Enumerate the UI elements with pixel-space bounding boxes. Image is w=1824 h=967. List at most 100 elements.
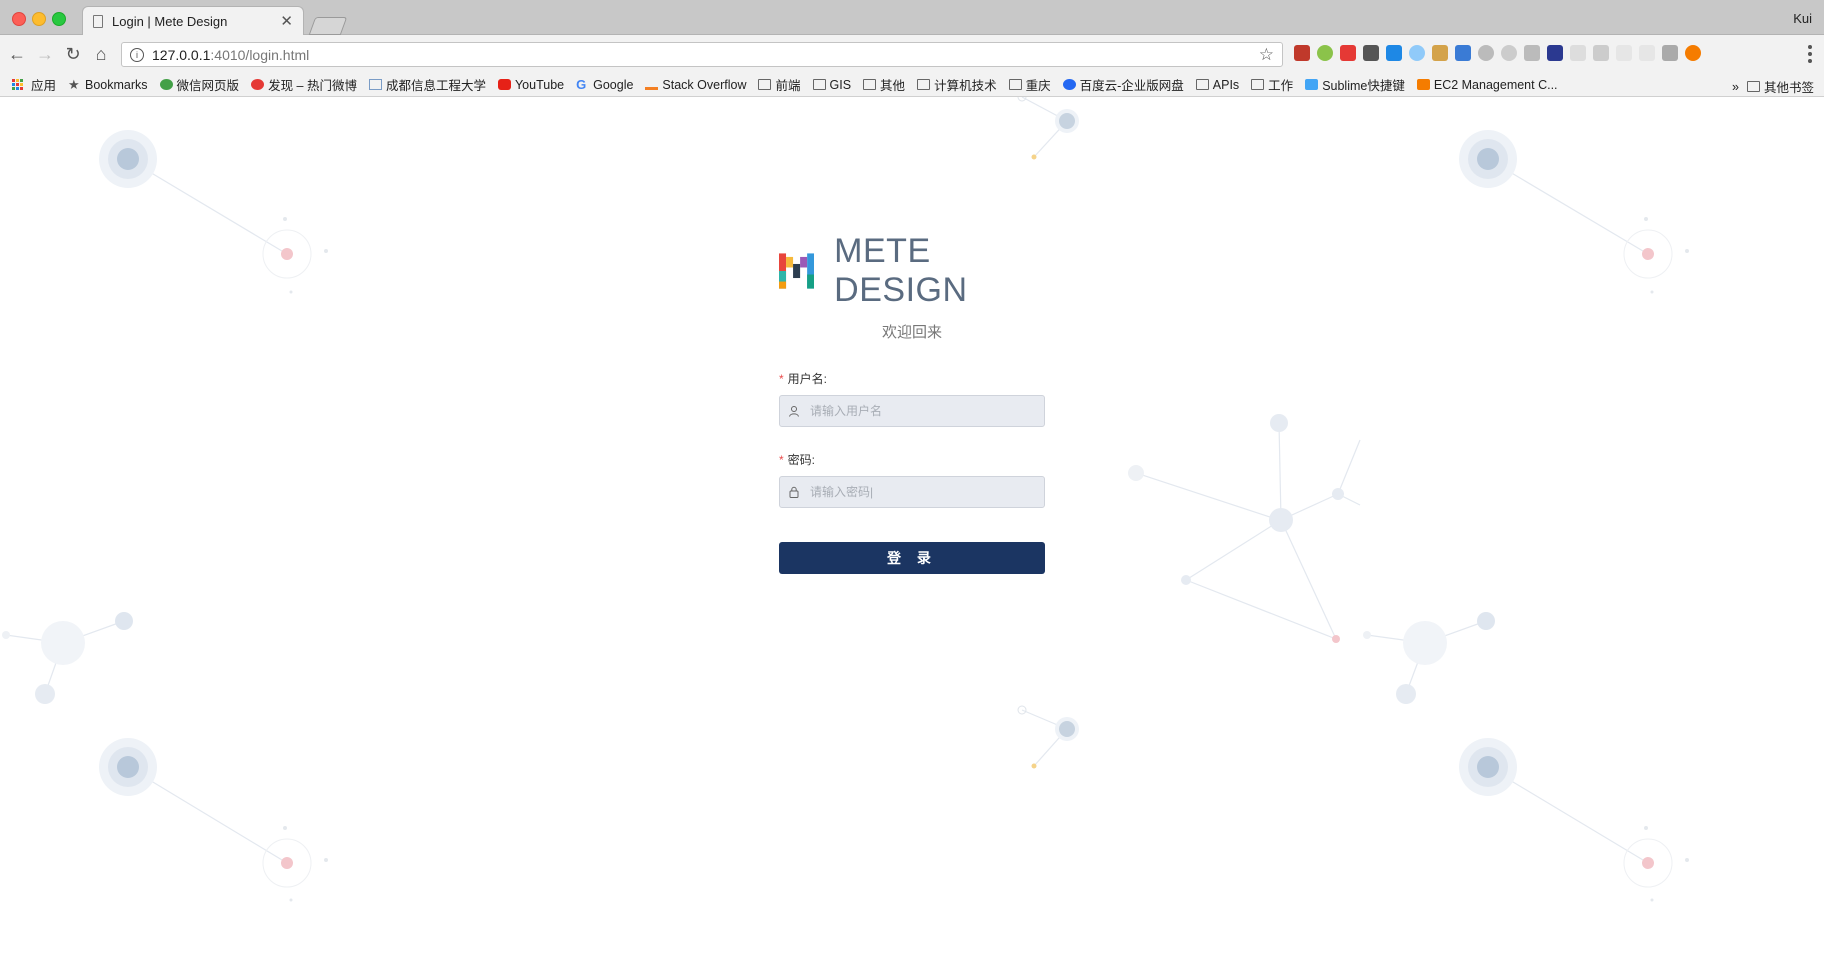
extension-icon[interactable] [1639,45,1655,61]
bookmark-label: 其他书签 [1763,81,1814,95]
required-mark: * [779,372,784,386]
password-label-text: 密码: [787,453,816,467]
extension-icon[interactable] [1317,45,1333,61]
folder-icon [917,79,931,90]
bookmark-cuit[interactable]: 成都信息工程大学 [368,75,486,94]
bookmark-folder-apis[interactable]: APIs [1195,78,1239,92]
extension-icon[interactable] [1524,45,1540,61]
extension-icon[interactable] [1363,45,1379,61]
required-mark: * [779,453,784,467]
folder-icon [1251,79,1265,90]
new-tab-button[interactable] [308,17,348,35]
bookmark-label: 前端 [775,79,801,93]
bookmark-label: 工作 [1268,79,1294,93]
welcome-text: 欢迎回来 [881,324,942,341]
mete-logo-icon [779,253,815,289]
extension-icon[interactable] [1570,45,1586,61]
bookmark-stackoverflow[interactable]: Stack Overflow [645,78,746,92]
info-icon[interactable]: i [130,47,144,62]
url-host: 127.0.0.1 [152,46,211,63]
bookmark-apps[interactable]: 应用 [12,75,56,94]
profile-name[interactable]: Kui [1793,11,1812,26]
username-input[interactable] [808,403,1042,419]
bookmark-label: 百度云-企业版网盘 [1079,79,1184,93]
bookmark-folder-chongqing[interactable]: 重庆 [1008,75,1051,94]
back-icon[interactable]: ← [6,43,28,65]
bookmark-label: Bookmarks [85,77,148,92]
bookmark-weibo[interactable]: 发现 – 热门微博 [251,75,357,94]
folder-icon [1746,81,1760,92]
extension-icon[interactable] [1547,45,1563,61]
aws-icon [1416,79,1430,90]
sublime-icon [1305,79,1319,90]
extension-icon[interactable] [1593,45,1609,61]
bookmark-folder-frontend[interactable]: 前端 [758,75,801,94]
extension-icon[interactable] [1616,45,1632,61]
bookmark-sublime[interactable]: Sublime快捷键 [1305,75,1405,94]
bookmark-label: Sublime快捷键 [1322,79,1405,93]
forward-icon[interactable]: → [34,43,56,65]
bookmark-label: 其他 [880,79,906,93]
extension-icon[interactable] [1478,45,1494,61]
wechat-icon [159,79,173,90]
url-path: :4010/login.html [210,46,310,63]
bookmark-star-icon[interactable]: ☆ [1259,45,1274,65]
extension-icon[interactable] [1501,45,1517,61]
brand-header: METE DESIGN [779,232,1045,309]
bookmark-wechat[interactable]: 微信网页版 [159,75,240,94]
bookmark-label: Google [593,77,634,92]
username-field[interactable] [779,395,1045,427]
bookmark-label: EC2 Management C... [1433,77,1558,92]
browser-titlebar: Login | Mete Design ✕ Kui [0,0,1824,35]
login-button[interactable]: 登 录 [779,542,1045,574]
folder-icon [863,79,877,90]
extension-icon[interactable] [1294,45,1310,61]
extension-icon[interactable] [1432,45,1448,61]
bookmark-folder-gis[interactable]: GIS [812,77,852,92]
bookmark-bookmarks[interactable]: ★ Bookmarks [68,78,148,92]
extension-icon[interactable] [1409,45,1425,61]
page-icon [368,79,382,90]
youtube-icon [497,79,511,90]
bookmark-ec2[interactable]: EC2 Management C... [1416,77,1558,92]
bookmark-label: 微信网页版 [176,79,240,93]
baidu-cloud-icon [1062,79,1076,90]
extension-icon[interactable] [1685,45,1701,61]
bookmark-folder-cs[interactable]: 计算机技术 [917,75,997,94]
bookmark-other-folder[interactable]: 其他书签 [1746,77,1814,96]
bookmark-youtube[interactable]: YouTube [497,78,564,92]
home-icon[interactable]: ⌂ [90,43,112,65]
folder-icon [1008,79,1022,90]
bookmarks-right: » 其他书签 [1732,77,1814,96]
password-field[interactable] [779,476,1045,508]
browser-tab-active[interactable]: Login | Mete Design ✕ [82,6,304,35]
reload-icon[interactable]: ↻ [62,43,84,65]
maximize-window-button[interactable] [52,12,66,26]
page-icon [93,14,103,28]
minimize-window-button[interactable] [32,12,46,26]
bookmark-label: GIS [829,77,852,92]
bookmarks-overflow-icon[interactable]: » [1732,80,1739,94]
folder-icon [1195,79,1209,90]
browser-menu-icon[interactable] [1808,45,1812,63]
apps-grid-icon [12,79,25,90]
address-bar[interactable]: i 127.0.0.1:4010/login.html ☆ [121,42,1283,67]
bookmark-label: 成都信息工程大学 [385,79,486,93]
bookmarks-bar: 应用 ★ Bookmarks 微信网页版 发现 – 热门微博 成都信息工程大学 … [0,73,1824,97]
extension-icon[interactable] [1340,45,1356,61]
bookmark-baidu-cloud[interactable]: 百度云-企业版网盘 [1062,75,1184,94]
password-label: * 密码: [779,451,1045,468]
password-input[interactable] [808,484,1042,500]
weibo-icon [251,79,265,90]
tab-title: Login | Mete Design [112,13,228,29]
extension-icon[interactable] [1455,45,1471,61]
bookmark-google[interactable]: G Google [576,78,633,92]
folder-icon [812,79,826,90]
bookmark-folder-work[interactable]: 工作 [1251,75,1293,94]
extension-icon[interactable] [1386,45,1402,61]
tab-close-icon[interactable]: ✕ [280,14,293,29]
extension-icon[interactable] [1662,45,1678,61]
close-window-button[interactable] [12,12,26,26]
bookmark-folder-other[interactable]: 其他 [863,75,905,94]
login-form: METE DESIGN 欢迎回来 *用户名: *密码: 登 录 [779,232,1045,574]
